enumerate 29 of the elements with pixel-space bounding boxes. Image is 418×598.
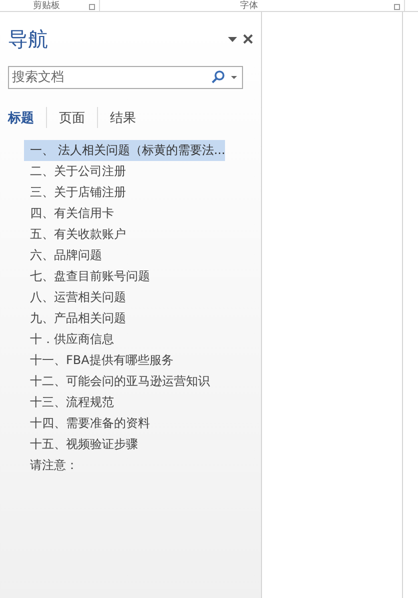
heading-item[interactable]: 十．供应商信息 xyxy=(24,329,225,350)
heading-item[interactable]: 四、有关信用卡 xyxy=(24,203,225,224)
heading-item[interactable]: 二、关于公司注册 xyxy=(24,161,225,182)
heading-item[interactable]: 十五、视频验证步骤 xyxy=(24,434,225,455)
heading-item[interactable]: 九、产品相关问题 xyxy=(24,308,225,329)
group-label: 剪贴板 xyxy=(32,2,61,11)
search-icon[interactable] xyxy=(211,70,225,84)
dropdown-icon[interactable] xyxy=(228,36,237,42)
heading-item[interactable]: 八、运营相关问题 xyxy=(24,287,225,308)
heading-item[interactable]: 请注意： xyxy=(24,455,225,476)
heading-item[interactable]: 十二、可能会问的亚马逊运营知识 xyxy=(24,371,225,392)
dialog-launcher-icon[interactable] xyxy=(394,4,400,10)
heading-item[interactable]: 十一、FBA提供有哪些服务 xyxy=(24,350,225,371)
heading-item[interactable]: 五、有关收款账户 xyxy=(24,224,225,245)
pane-title: 导航 xyxy=(8,26,49,52)
heading-item[interactable]: 六、品牌问题 xyxy=(24,245,225,266)
heading-item[interactable]: 七、盘查目前账号问题 xyxy=(24,266,225,287)
dialog-launcher-icon[interactable] xyxy=(89,4,95,10)
tab[interactable]: 标题 xyxy=(8,107,46,128)
tab[interactable]: 页面 xyxy=(46,107,97,128)
heading-item[interactable]: 一、 法人相关问题（标黄的需要法... xyxy=(24,140,225,161)
group-label: 字体 xyxy=(239,2,259,11)
heading-item[interactable]: 三、关于店铺注册 xyxy=(24,182,225,203)
tab[interactable]: 结果 xyxy=(97,107,148,128)
search-field[interactable]: 搜索文档 xyxy=(8,66,243,89)
dropdown-icon[interactable] xyxy=(231,76,237,78)
heading-item[interactable]: 十四、需要准备的资料 xyxy=(24,413,225,434)
heading-item[interactable]: 十三、流程规范 xyxy=(24,392,225,413)
close-icon[interactable] xyxy=(243,34,253,44)
